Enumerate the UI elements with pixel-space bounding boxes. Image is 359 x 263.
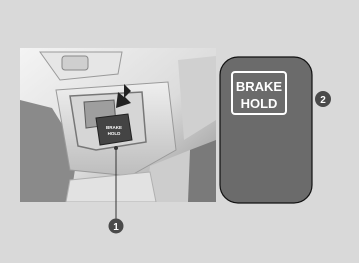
console-photo: BRAKE HOLD — [20, 48, 216, 202]
callout-2-number: 2 — [320, 95, 326, 106]
brake-hold-indicator-panel: BRAKE HOLD — [219, 56, 313, 204]
switch-label-line2: HOLD — [108, 131, 121, 136]
figure-frame: BRAKE HOLD 1 BRAKE HOLD 2 — [0, 0, 359, 263]
indicator-label-line2: HOLD — [241, 96, 278, 111]
diagram: BRAKE HOLD 1 BRAKE HOLD 2 — [20, 48, 331, 234]
callout-1-anchor — [114, 146, 118, 150]
switch-label-line1: BRAKE — [106, 125, 122, 130]
callout-2: 2 — [315, 91, 331, 107]
indicator-label-line1: BRAKE — [236, 79, 283, 94]
callout-1: 1 — [108, 218, 124, 234]
callout-1-number: 1 — [113, 222, 119, 233]
